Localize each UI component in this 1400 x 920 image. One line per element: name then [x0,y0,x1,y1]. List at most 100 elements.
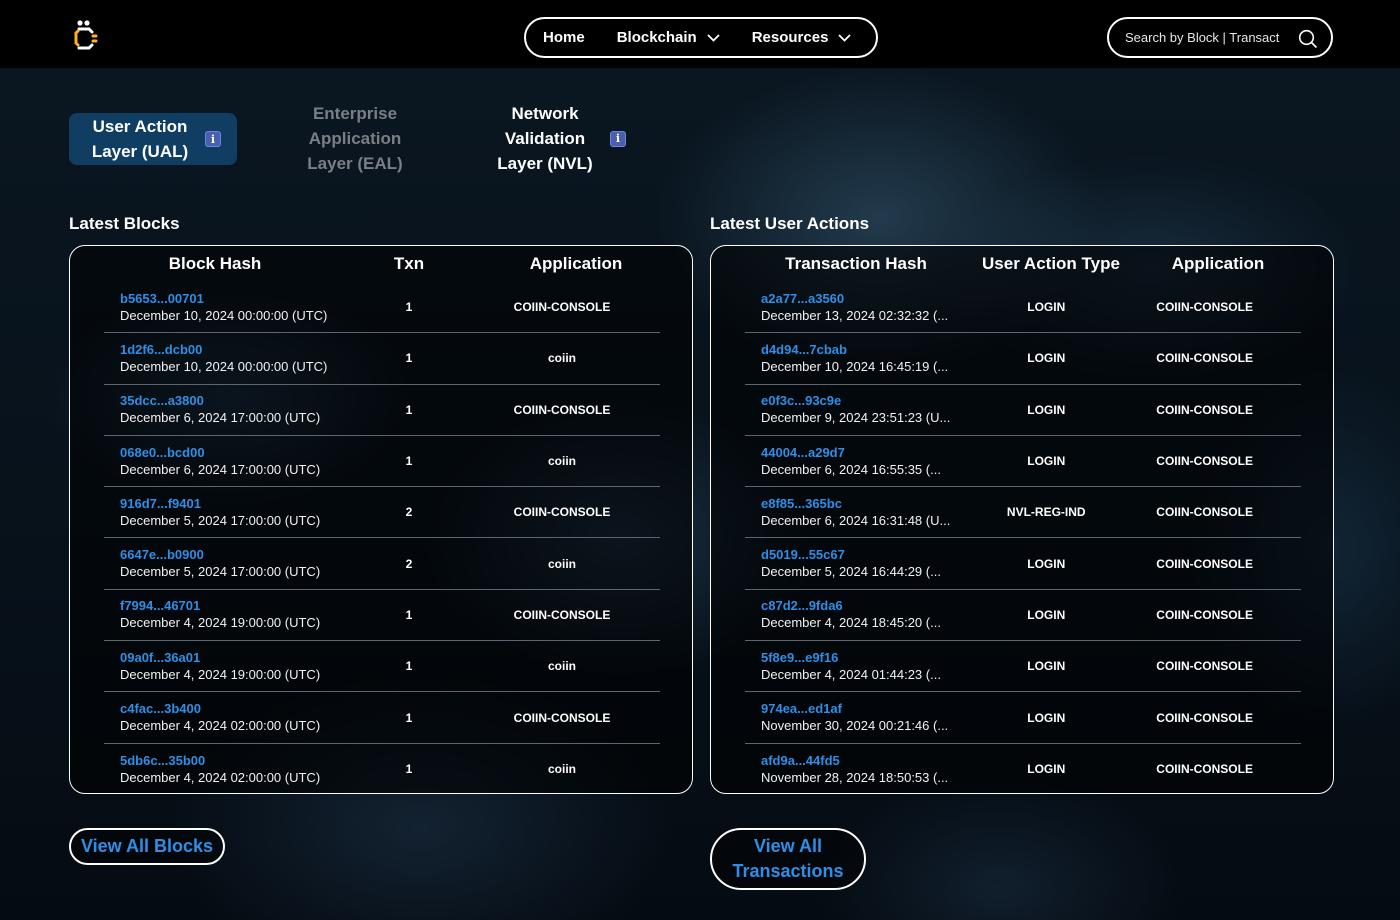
timestamp: December 6, 2024 16:55:35 (... [761,461,941,477]
hash-cell: 5f8e9...e9f16 December 4, 2024 01:44:23 (… [745,650,984,683]
search-bar [1107,17,1333,58]
hash-link[interactable]: 09a0f...36a01 [120,650,354,666]
column-header: User Action Type [982,254,1120,273]
main-nav: Home Blockchain Resources [524,17,878,58]
timestamp: December 5, 2024 16:44:29 (... [761,564,941,580]
timestamp: December 5, 2024 17:00:00 (UTC) [120,564,321,580]
hash-cell: c87d2...9fda6 December 4, 2024 18:45:20 (… [745,598,984,631]
search-input[interactable] [1125,30,1295,45]
latest-blocks-table: Block Hash Txn Application b5653...00701… [69,245,693,794]
table-body: a2a77...a3560 December 13, 2024 02:32:32 … [745,282,1301,795]
txn-count: 2 [405,505,413,520]
hash-link[interactable]: d4d94...7cbab [761,342,984,358]
coiin-logo-icon[interactable] [72,20,98,54]
application-name: coiin [547,454,576,469]
application-name: COIIN-CONSOLE [513,505,611,520]
txn-count: 1 [405,300,413,315]
application-name: coiin [547,556,576,571]
timestamp: December 6, 2024 16:31:48 (U... [761,512,951,528]
application-name: COIIN-CONSOLE [513,300,611,315]
nav-resources-dropdown[interactable]: Resources [752,29,852,46]
hash-cell: 09a0f...36a01 December 4, 2024 19:00:00 (… [104,650,354,683]
column-header: Txn [393,254,425,273]
txn-count: 1 [405,454,413,469]
application-name: COIIN-CONSOLE [1156,505,1253,520]
timestamp: December 6, 2024 17:00:00 (UTC) [120,410,321,426]
hash-link[interactable]: 6647e...b0900 [120,547,354,563]
hash-cell: d5019...55c67 December 5, 2024 16:44:29 (… [745,547,984,580]
hash-cell: e0f3c...93c9e December 9, 2024 23:51:23 (… [745,393,984,426]
table-header: Transaction Hash User Action Type Applic… [745,254,1301,278]
info-icon[interactable]: i [610,130,626,147]
table-row: afd9a...44fd5 November 28, 2024 18:50:53 … [745,744,1301,795]
hash-link[interactable]: 5f8e9...e9f16 [761,650,984,666]
nav-home[interactable]: Home [543,29,585,46]
chevron-down-icon [707,33,720,42]
hash-link[interactable]: c4fac...3b400 [120,701,354,717]
application-name: COIIN-CONSOLE [513,607,611,622]
table-row: a2a77...a3560 December 13, 2024 02:32:32 … [745,282,1301,334]
hash-link[interactable]: c87d2...9fda6 [761,598,984,614]
table-row: 068e0...bcd00 December 6, 2024 17:00:00 (… [104,436,660,488]
timestamp: December 4, 2024 01:44:23 (... [761,666,941,682]
hash-link[interactable]: 974ea...ed1af [761,701,984,717]
tab-ual-label: User Action Layer (UAL) [91,117,189,161]
application-name: COIIN-CONSOLE [1156,762,1253,777]
latest-user-actions-table: Transaction Hash User Action Type Applic… [710,245,1334,794]
table-row: f7994...46701 December 4, 2024 19:00:00 (… [104,590,660,642]
hash-link[interactable]: a2a77...a3560 [761,291,984,307]
user-action-type: LOGIN [1027,607,1066,622]
table-row: c4fac...3b400 December 4, 2024 02:00:00 (… [104,692,660,744]
hash-cell: b5653...00701 December 10, 2024 00:00:00 … [104,291,354,324]
application-name: COIIN-CONSOLE [1156,710,1253,725]
user-action-type: LOGIN [1027,300,1066,315]
tab-enterprise-application-layer[interactable]: Enterprise Application Layer (EAL) [300,101,410,176]
user-action-type: LOGIN [1027,659,1066,674]
hash-cell: 916d7...f9401 December 5, 2024 17:00:00 (… [104,496,354,529]
table-row: 1d2f6...dcb00 December 10, 2024 00:00:00 … [104,333,660,385]
hash-link[interactable]: 068e0...bcd00 [120,445,354,461]
application-name: COIIN-CONSOLE [1156,607,1253,622]
txn-count: 1 [405,710,413,725]
hash-link[interactable]: 5db6c...35b00 [120,753,354,769]
search-icon[interactable] [1298,29,1318,49]
nav-blockchain-label: Blockchain [616,29,697,46]
tab-network-validation-layer[interactable]: Network Validation Layer (NVL) i [490,101,630,176]
hash-link[interactable]: 35dcc...a3800 [120,393,354,409]
user-action-type: NVL-REG-IND [1006,505,1086,520]
table-row: d5019...55c67 December 5, 2024 16:44:29 (… [745,538,1301,590]
hash-link[interactable]: e8f85...365bc [761,496,984,512]
hash-cell: a2a77...a3560 December 13, 2024 02:32:32 … [745,291,984,324]
column-header: Transaction Hash [785,254,927,273]
hash-cell: 5db6c...35b00 December 4, 2024 02:00:00 (… [104,753,354,786]
timestamp: December 4, 2024 18:45:20 (... [761,615,941,631]
table-row: 5f8e9...e9f16 December 4, 2024 01:44:23 (… [745,641,1301,693]
latest-blocks-title: Latest Blocks [69,214,180,233]
user-action-type: LOGIN [1027,402,1066,417]
view-all-transactions-button[interactable]: View All Transactions [710,828,866,890]
hash-link[interactable]: e0f3c...93c9e [761,393,984,409]
table-body: b5653...00701 December 10, 2024 00:00:00 … [104,282,660,795]
info-icon[interactable]: i [205,131,221,147]
hash-link[interactable]: b5653...00701 [120,291,354,307]
hash-cell: 068e0...bcd00 December 6, 2024 17:00:00 (… [104,445,354,478]
timestamp: November 30, 2024 00:21:46 (... [761,718,949,734]
hash-link[interactable]: afd9a...44fd5 [761,753,984,769]
hash-link[interactable]: 916d7...f9401 [120,496,354,512]
application-name: COIIN-CONSOLE [513,402,611,417]
timestamp: December 10, 2024 00:00:00 (UTC) [120,307,328,323]
nav-blockchain-dropdown[interactable]: Blockchain [617,29,720,46]
column-header: Block Hash [168,254,262,273]
top-navbar: Home Blockchain Resources [0,0,1400,68]
table-row: e8f85...365bc December 6, 2024 16:31:48 (… [745,487,1301,539]
timestamp: December 5, 2024 17:00:00 (UTC) [120,512,321,528]
hash-link[interactable]: d5019...55c67 [761,547,984,563]
tab-nvl-label: Network Validation Layer (NVL) [497,104,593,173]
column-header: Application [529,254,623,273]
hash-link[interactable]: 44004...a29d7 [761,445,984,461]
view-all-blocks-button[interactable]: View All Blocks [69,828,225,865]
hash-link[interactable]: 1d2f6...dcb00 [120,342,354,358]
nav-resources-label: Resources [751,29,829,46]
tab-user-action-layer[interactable]: User Action Layer (UAL) i [69,113,237,165]
hash-link[interactable]: f7994...46701 [120,598,354,614]
